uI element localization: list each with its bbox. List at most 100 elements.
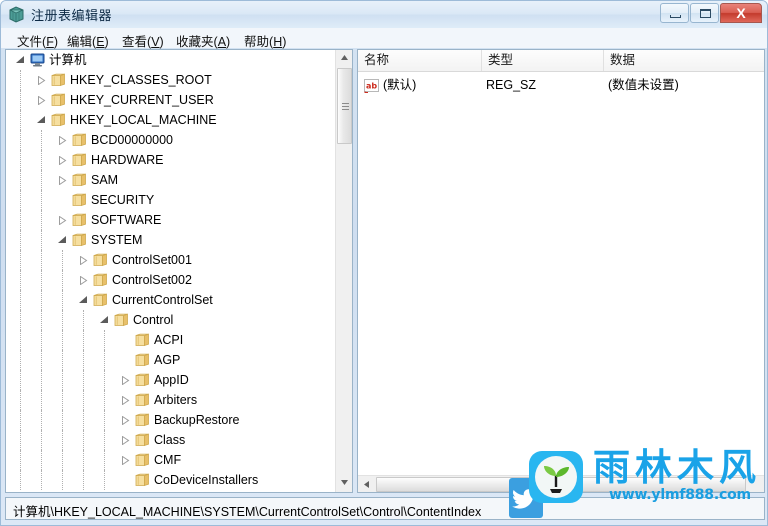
- column-header-type[interactable]: 类型: [482, 50, 604, 71]
- folder-icon: [51, 93, 66, 107]
- title-bar: 注册表编辑器 X: [1, 1, 767, 29]
- tree-indent-guide: [20, 210, 22, 230]
- tree-vertical-scrollbar[interactable]: [335, 50, 352, 492]
- tree-indent-guide: [83, 410, 85, 430]
- registry-values-pane: 名称 类型 数据 ab (默认) REG_SZ (数值未设置): [357, 49, 765, 493]
- tree-indent-guide: [20, 310, 22, 330]
- menu-item-edit[interactable]: 编辑(E): [63, 30, 113, 51]
- tree-indent-guide: [41, 410, 43, 430]
- menu-item-file[interactable]: 文件(F): [13, 30, 62, 51]
- tree-expander-collapsed-icon[interactable]: [121, 376, 130, 385]
- tree-scroll-up-button[interactable]: [336, 50, 352, 67]
- menu-item-help[interactable]: 帮助(H): [240, 30, 290, 51]
- tree-item-cmf[interactable]: CMF: [6, 450, 335, 470]
- tree-item--[interactable]: 计算机: [6, 50, 335, 70]
- tree-indent-guide: [20, 410, 22, 430]
- menu-item-view[interactable]: 查看(V): [118, 30, 168, 51]
- tree-indent-guide: [62, 350, 64, 370]
- tree-item-backuprestore[interactable]: BackupRestore: [6, 410, 335, 430]
- tree-expander-collapsed-icon[interactable]: [58, 156, 67, 165]
- tree-item-agp[interactable]: AGP: [6, 350, 335, 370]
- tree-item-currentcontrolset[interactable]: CurrentControlSet: [6, 290, 335, 310]
- tree-expander-expanded-icon[interactable]: [58, 236, 67, 245]
- tree-item-arbiters[interactable]: Arbiters: [6, 390, 335, 410]
- column-header-name[interactable]: 名称: [358, 50, 482, 71]
- tree-indent-guide: [62, 370, 64, 390]
- tree-item-security[interactable]: SECURITY: [6, 190, 335, 210]
- tree-indent-guide: [41, 170, 43, 190]
- tree-expander-collapsed-icon[interactable]: [79, 276, 88, 285]
- tree-indent-guide: [41, 290, 43, 310]
- folder-icon: [72, 153, 87, 167]
- tree-indent-guide: [20, 90, 22, 110]
- tree-item-codeviceinstallers[interactable]: CoDeviceInstallers: [6, 470, 335, 490]
- tree-expander-collapsed-icon[interactable]: [58, 136, 67, 145]
- tree-indent-guide: [41, 230, 43, 250]
- tree-item-hkey-current-user[interactable]: HKEY_CURRENT_USER: [6, 90, 335, 110]
- tree-indent-guide: [62, 330, 64, 350]
- menu-item-favorites[interactable]: 收藏夹(A): [172, 30, 234, 51]
- tree-scroll-down-button[interactable]: [336, 475, 352, 492]
- maximize-button[interactable]: [690, 3, 719, 23]
- twitter-bird-icon: [509, 478, 543, 518]
- main-content: 计算机 HKEY_CLASSES_ROOT HKEY_CURRENT_USER HKE…: [5, 49, 765, 493]
- tree-scroll-thumb[interactable]: [337, 68, 352, 144]
- column-header-data[interactable]: 数据: [604, 50, 764, 71]
- close-button[interactable]: X: [720, 3, 762, 23]
- tree-expander-collapsed-icon[interactable]: [58, 176, 67, 185]
- minimize-button[interactable]: [660, 3, 689, 23]
- values-scroll-thumb[interactable]: [376, 477, 746, 492]
- menu-accel-favorites: A: [217, 35, 227, 49]
- tree-item-controlset002[interactable]: ControlSet002: [6, 270, 335, 290]
- tree-expander-collapsed-icon[interactable]: [121, 396, 130, 405]
- tree-expander-collapsed-icon[interactable]: [37, 96, 46, 105]
- tree-item-appid[interactable]: AppID: [6, 370, 335, 390]
- chevron-left-icon: [364, 481, 369, 488]
- tree-indent-guide: [104, 430, 106, 450]
- tree-expander-expanded-icon[interactable]: [16, 56, 25, 65]
- tree-item-control[interactable]: Control: [6, 310, 335, 330]
- tree-expander-expanded-icon[interactable]: [100, 316, 109, 325]
- tree-item-bcd00000000[interactable]: BCD00000000: [6, 130, 335, 150]
- tree-indent-guide: [104, 350, 106, 370]
- tree-item-acpi[interactable]: ACPI: [6, 330, 335, 350]
- tree-item-label: HKEY_CLASSES_ROOT: [70, 73, 212, 87]
- tree-indent-guide: [62, 270, 64, 290]
- menu-label-edit: 编辑: [67, 35, 93, 49]
- value-name-cell: (默认): [383, 78, 417, 92]
- registry-tree-pane: 计算机 HKEY_CLASSES_ROOT HKEY_CURRENT_USER HKE…: [5, 49, 353, 493]
- tree-expander-collapsed-icon[interactable]: [58, 216, 67, 225]
- values-scroll-left-button[interactable]: [358, 476, 375, 492]
- tree-expander-collapsed-icon[interactable]: [37, 76, 46, 85]
- tree-expander-expanded-icon[interactable]: [37, 116, 46, 125]
- tree-indent-guide: [20, 370, 22, 390]
- tree-item-hkey-local-machine[interactable]: HKEY_LOCAL_MACHINE: [6, 110, 335, 130]
- tree-item-hkey-classes-root[interactable]: HKEY_CLASSES_ROOT: [6, 70, 335, 90]
- tree-indent-guide: [41, 190, 43, 210]
- tree-indent-guide: [62, 290, 64, 310]
- registry-tree[interactable]: 计算机 HKEY_CLASSES_ROOT HKEY_CURRENT_USER HKE…: [6, 50, 335, 492]
- tree-item-label: Control: [133, 313, 174, 327]
- tree-item-controlset001[interactable]: ControlSet001: [6, 250, 335, 270]
- tree-indent-guide: [62, 410, 64, 430]
- tree-expander-expanded-icon[interactable]: [79, 296, 88, 305]
- tree-expander-collapsed-icon[interactable]: [121, 456, 130, 465]
- chevron-down-icon: [341, 480, 348, 485]
- tree-item-label: SYSTEM: [91, 233, 143, 247]
- tree-item-label: SOFTWARE: [91, 213, 162, 227]
- tree-item-sam[interactable]: SAM: [6, 170, 335, 190]
- tree-item-hardware[interactable]: HARDWARE: [6, 150, 335, 170]
- tree-expander-collapsed-icon[interactable]: [79, 256, 88, 265]
- tree-expander-collapsed-icon[interactable]: [121, 436, 130, 445]
- folder-icon: [135, 433, 150, 447]
- tree-item-system[interactable]: SYSTEM: [6, 230, 335, 250]
- values-horizontal-scrollbar[interactable]: [358, 475, 764, 492]
- tree-expander-collapsed-icon[interactable]: [121, 416, 130, 425]
- tree-indent-guide: [20, 270, 22, 290]
- grip-icon: [342, 103, 349, 110]
- tree-item-label: AppID: [154, 373, 189, 387]
- tree-item-software[interactable]: SOFTWARE: [6, 210, 335, 230]
- tree-item-class[interactable]: Class: [6, 430, 335, 450]
- tree-indent-guide: [83, 330, 85, 350]
- table-row[interactable]: ab (默认) REG_SZ (数值未设置): [358, 74, 764, 96]
